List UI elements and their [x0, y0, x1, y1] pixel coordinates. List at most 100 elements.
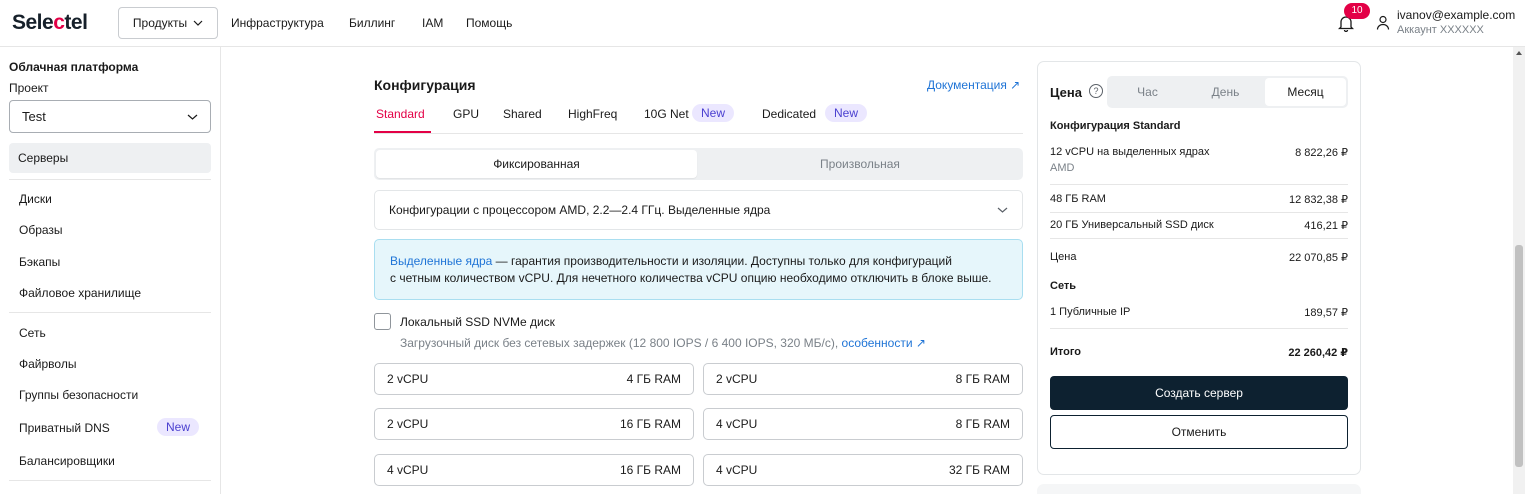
sidebar-divider — [9, 312, 211, 313]
disk-label: 20 ГБ Универсальный SSD диск — [1050, 219, 1214, 231]
documentation-link[interactable]: Документация ↗ — [927, 78, 1020, 92]
subtotal-price: 22 070,85 ₽ — [1289, 252, 1348, 264]
price-title: Цена — [1050, 85, 1082, 100]
tab-10g-net[interactable]: 10G Net — [644, 107, 689, 121]
price-row-disk: 20 ГБ Универсальный SSD диск 416,21 ₽ — [1050, 219, 1348, 232]
config-cpu: 4 vCPU — [387, 463, 429, 477]
config-tabs: Standard GPU Shared HighFreq 10G Net New… — [374, 98, 1023, 134]
sidebar-heading: Облачная платформа — [9, 60, 139, 74]
scrollbar-thumb[interactable] — [1515, 245, 1523, 467]
sidebar-item-disks[interactable]: Диски — [19, 192, 52, 206]
config-card[interactable]: 2 vCPU 8 ГБ RAM — [703, 363, 1023, 395]
secondary-panel — [1037, 484, 1361, 494]
active-tab-indicator — [374, 131, 431, 133]
create-server-button[interactable]: Создать сервер — [1050, 376, 1348, 410]
page-title: Конфигурация — [374, 77, 476, 93]
config-card[interactable]: 4 vCPU 16 ГБ RAM — [374, 454, 694, 486]
ip-price: 189,57 ₽ — [1304, 307, 1348, 319]
ram-label: 48 ГБ RAM — [1050, 193, 1106, 205]
mode-custom-button[interactable]: Произвольная — [699, 150, 1021, 178]
sidebar-item-firewalls[interactable]: Файрволы — [19, 357, 76, 371]
config-ram: 16 ГБ RAM — [619, 417, 681, 431]
sidebar-item-balancers[interactable]: Балансировщики — [19, 454, 115, 468]
config-cpu: 2 vCPU — [716, 372, 758, 386]
nav-help[interactable]: Помощь — [466, 16, 512, 30]
sidebar-item-file-storage[interactable]: Файловое хранилище — [19, 286, 141, 300]
local-disk-label[interactable]: Локальный SSD NVMe диск — [400, 315, 555, 329]
subtotal-label: Цена — [1050, 251, 1077, 263]
config-card[interactable]: 2 vCPU 16 ГБ RAM — [374, 408, 694, 440]
config-heading: Конфигурация Standard — [1050, 120, 1181, 132]
divider — [1050, 238, 1348, 239]
tab-dedicated[interactable]: Dedicated — [762, 107, 816, 121]
ip-label: 1 Публичные IP — [1050, 306, 1131, 318]
help-icon[interactable]: ? — [1089, 84, 1103, 98]
divider — [1050, 212, 1348, 213]
config-card[interactable]: 2 vCPU 4 ГБ RAM — [374, 363, 694, 395]
project-select[interactable]: Test — [9, 100, 211, 133]
total-price: 22 260,42 ₽ — [1288, 347, 1348, 359]
sidebar-divider — [9, 179, 211, 180]
notification-badge: 10 — [1344, 3, 1370, 19]
sidebar-item-security-groups[interactable]: Группы безопасности — [19, 388, 138, 402]
chevron-down-icon — [193, 20, 203, 26]
config-ram: 32 ГБ RAM — [948, 463, 1010, 477]
cpu-label-vendor: AMD — [1050, 162, 1075, 174]
cpu-type-select[interactable]: Конфигурации с процессором AMD, 2.2—2.4 … — [374, 190, 1023, 230]
config-card[interactable]: 4 vCPU 8 ГБ RAM — [703, 408, 1023, 440]
tab-highfreq[interactable]: HighFreq — [568, 107, 617, 121]
tab-standard[interactable]: Standard — [376, 107, 425, 121]
cancel-button[interactable]: Отменить — [1050, 415, 1348, 449]
nav-billing[interactable]: Биллинг — [349, 16, 395, 30]
period-hour[interactable]: Час — [1109, 78, 1186, 106]
divider — [1050, 328, 1348, 329]
config-cpu: 4 vCPU — [716, 463, 758, 477]
top-header: Selectel Продукты Инфраструктура Биллинг… — [0, 0, 1525, 47]
sidebar-divider — [9, 480, 211, 481]
sidebar-item-network[interactable]: Сеть — [19, 326, 46, 340]
selectel-logo[interactable]: Selectel — [12, 11, 88, 35]
local-disk-checkbox[interactable] — [374, 313, 391, 330]
chevron-down-icon — [187, 114, 198, 120]
products-label: Продукты — [132, 16, 188, 30]
dedicated-cores-link[interactable]: Выделенные ядра — [390, 254, 492, 268]
tab-gpu[interactable]: GPU — [453, 107, 479, 121]
period-day[interactable]: День — [1187, 78, 1264, 106]
local-disk-description: Загрузочный диск без сетевых задержек (1… — [400, 336, 926, 350]
config-ram: 16 ГБ RAM — [619, 463, 681, 477]
price-row-cpu: 12 vCPU на выделенных ядрах AMD 8 822,26… — [1050, 146, 1348, 174]
scroll-up-icon[interactable] — [1516, 51, 1522, 55]
sidebar-item-images[interactable]: Образы — [19, 223, 63, 237]
info-text-line1: — гарантия производительности и изоляции… — [492, 254, 952, 268]
chevron-down-icon — [997, 207, 1008, 213]
mode-fixed-button[interactable]: Фиксированная — [376, 150, 697, 178]
nav-infrastructure[interactable]: Инфраструктура — [231, 16, 324, 30]
products-dropdown[interactable]: Продукты — [118, 7, 218, 39]
cpu-price: 8 822,26 ₽ — [1295, 147, 1348, 159]
price-row-total: Итого 22 260,42 ₽ — [1050, 346, 1348, 359]
config-ram: 4 ГБ RAM — [626, 372, 681, 386]
features-link[interactable]: особенности ↗ — [842, 336, 926, 350]
tab-shared[interactable]: Shared — [503, 107, 542, 121]
sidebar-item-backups[interactable]: Бэкапы — [19, 255, 60, 269]
sidebar-item-label: Серверы — [18, 151, 69, 165]
config-card[interactable]: 4 vCPU 32 ГБ RAM — [703, 454, 1023, 486]
config-cpu: 4 vCPU — [716, 417, 758, 431]
nav-iam[interactable]: IAM — [422, 16, 443, 30]
user-account: Аккаунт XXXXXX — [1397, 24, 1484, 36]
price-row-ip: 1 Публичные IP 189,57 ₽ — [1050, 306, 1348, 319]
info-text-line2: с четным количеством vCPU. Для нечетного… — [390, 271, 992, 285]
disk-price: 416,21 ₽ — [1304, 220, 1348, 232]
config-ram: 8 ГБ RAM — [955, 372, 1010, 386]
period-switch: Час День Месяц — [1107, 76, 1348, 108]
cpu-type-value: Конфигурации с процессором AMD, 2.2—2.4 … — [389, 203, 771, 217]
dedicated-cores-info: Выделенные ядра — гарантия производитель… — [374, 239, 1023, 300]
total-label: Итого — [1050, 346, 1082, 358]
config-ram: 8 ГБ RAM — [955, 417, 1010, 431]
user-email[interactable]: ivanov@example.com — [1397, 8, 1515, 22]
sidebar-item-servers[interactable]: Серверы — [9, 143, 211, 173]
new-badge: New — [825, 104, 868, 122]
user-icon[interactable] — [1376, 15, 1390, 31]
period-month[interactable]: Месяц — [1265, 78, 1346, 106]
sidebar-item-private-dns[interactable]: Приватный DNS — [19, 421, 110, 435]
